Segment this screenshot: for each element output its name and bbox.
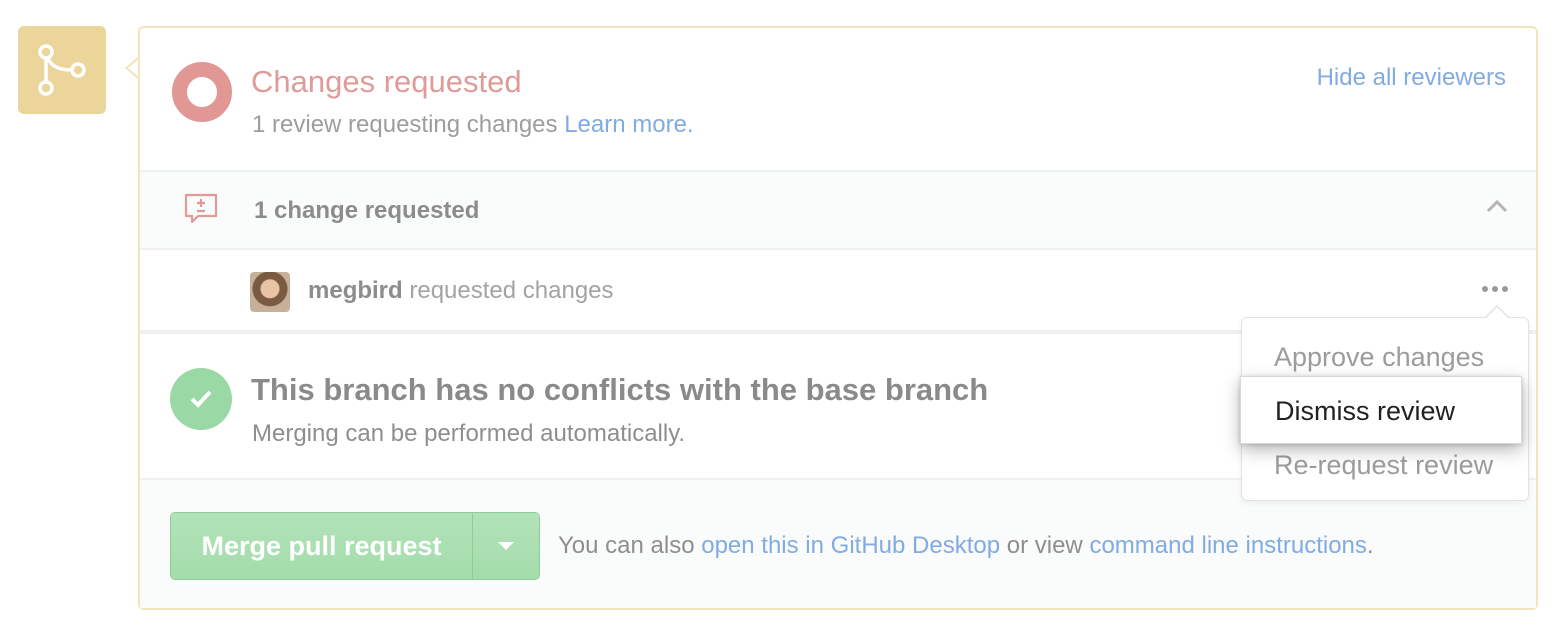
kebab-dot (1502, 286, 1508, 292)
merge-button-group: Merge pull request (170, 512, 540, 580)
reviewer-action: requested changes (409, 277, 614, 304)
status-title: Changes requested (251, 64, 522, 99)
kebab-dot (1482, 286, 1488, 292)
actions-suffix: . (1366, 532, 1374, 559)
git-branch-icon (18, 26, 106, 114)
command-line-instructions-link[interactable]: command line instructions (1089, 532, 1366, 559)
merge-method-dropdown-button[interactable] (473, 513, 539, 579)
comment-diff-icon (184, 192, 218, 231)
learn-more-link[interactable]: Learn more. (564, 111, 693, 138)
alternative-merge-text: You can also open this in GitHub Desktop… (558, 532, 1374, 560)
change-summary-text: 1 change requested (254, 197, 480, 224)
github-desktop-link[interactable]: open this in GitHub Desktop (701, 532, 1000, 559)
kebab-horizontal-icon[interactable] (1482, 286, 1508, 292)
review-status-section: Changes requested 1 review requesting ch… (140, 28, 1536, 172)
kebab-dot (1492, 286, 1498, 292)
merge-pull-request-button[interactable]: Merge pull request (171, 513, 473, 579)
triangle-down-icon (498, 542, 514, 550)
re-request-review-menu-item[interactable]: Re-request review (1274, 450, 1493, 481)
status-subtitle-text: 1 review requesting changes (252, 111, 558, 138)
chevron-up-icon[interactable] (1486, 198, 1508, 219)
changes-requested-icon (172, 62, 232, 122)
dismiss-review-label: Dismiss review (1275, 396, 1456, 426)
reviewer-line: megbird requested changes (308, 277, 614, 305)
actions-prefix: You can also (558, 532, 695, 559)
status-subtitle: 1 review requesting changes Learn more. (252, 111, 694, 139)
dismiss-review-menu-item[interactable]: Dismiss review (1240, 376, 1522, 444)
hide-all-reviewers-link[interactable]: Hide all reviewers (1317, 64, 1506, 92)
approve-changes-menu-item[interactable]: Approve changes (1274, 342, 1484, 373)
actions-middle: or view (1006, 532, 1083, 559)
check-icon (170, 368, 232, 430)
reviewer-name[interactable]: megbird (308, 277, 403, 304)
avatar[interactable] (250, 272, 290, 312)
mergeability-subtitle: Merging can be performed automatically. (252, 420, 686, 447)
mergeability-title: This branch has no conflicts with the ba… (251, 372, 989, 407)
dropdown-pointer-inner (1486, 307, 1508, 318)
change-summary-row[interactable]: 1 change requested (140, 172, 1536, 250)
